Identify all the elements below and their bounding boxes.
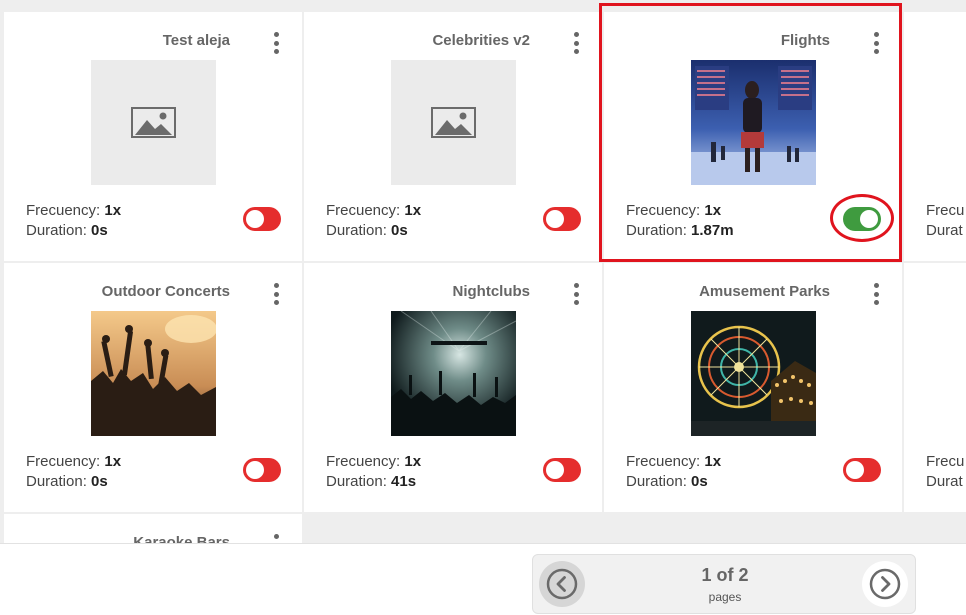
frequency-value: 1x [104,453,122,470]
frequency-label: Frecuency: [26,202,101,219]
nightclub-stage-photo [391,311,516,436]
card-stats: Frecuency: 1x Duration: 0s [326,201,421,241]
card-stats: Frecuency: 1x Duration: 41s [326,452,421,492]
footer: 1 of 2 pages [0,543,966,615]
more-options-icon[interactable] [872,283,880,305]
card-amusement-parks: Amusement Parks Frecuency: 1x Duration: … [604,263,902,512]
frequency-label: Frecu [926,453,965,470]
card-partial-right: Frecu Durat [904,12,966,261]
duration-label: Durat [926,222,963,239]
card-stats: Frecuency: 1x Duration: 1.87m [626,201,734,241]
card-title: Celebrities v2 [432,32,530,49]
campaign-grid: Test aleja Frecuency: 1x Duration: 0s Ce… [0,0,966,615]
more-options-icon[interactable] [572,283,580,305]
duration-label: Duration: [26,222,87,239]
more-options-icon[interactable] [272,534,280,543]
more-options-icon[interactable] [872,32,880,54]
next-page-button[interactable] [862,561,908,607]
frequency-value: 1x [404,453,422,470]
duration-value: 0s [691,473,708,490]
duration-value: 41s [391,473,417,490]
card-title: Test aleja [162,32,230,49]
enable-toggle[interactable] [243,458,281,482]
frequency-value: 1x [404,202,422,219]
duration-value: 0s [91,222,108,239]
placeholder-image-icon [391,60,516,185]
page-count: 1 of 2 [701,565,749,585]
frequency-label: Frecuency: [326,202,401,219]
more-options-icon[interactable] [272,283,280,305]
card-stats: Frecu Durat [926,452,964,492]
duration-label: Duration: [326,222,387,239]
card-flights: Flights Frecuency: 1x Duration: 1.87m [604,12,902,261]
chevron-right-icon [869,568,901,600]
chevron-left-icon [546,568,578,600]
pagination: 1 of 2 pages [532,554,916,614]
duration-label: Duration: [626,473,687,490]
card-test-aleja: Test aleja Frecuency: 1x Duration: 0s [4,12,302,261]
card-nightclubs: Nightclubs Frecuency: 1x Duration: 41s [304,263,602,512]
more-options-icon[interactable] [272,32,280,54]
frequency-label: Frecuency: [626,202,701,219]
card-stats: Frecuency: 1x Duration: 0s [626,452,721,492]
card-celebrities-v2: Celebrities v2 Frecuency: 1x Duration: 0… [304,12,602,261]
card-partial-right: Frecu Durat [904,263,966,512]
enable-toggle[interactable] [243,207,281,231]
duration-label: Duration: [626,222,687,239]
enable-toggle[interactable] [843,207,881,231]
concert-crowd-photo [91,311,216,436]
card-stats: Frecuency: 1x Duration: 0s [26,201,121,241]
card-karaoke-bars: Karaoke Bars [4,514,302,543]
frequency-label: Frecuency: [626,453,701,470]
card-title: Nightclubs [452,283,531,300]
page-count-label: pages [708,590,742,604]
duration-label: Duration: [326,473,387,490]
enable-toggle[interactable] [543,207,581,231]
frequency-value: 1x [704,202,722,219]
card-stats: Frecuency: 1x Duration: 0s [26,452,121,492]
previous-page-button[interactable] [539,561,585,607]
card-title: Karaoke Bars [133,534,230,543]
frequency-value: 1x [104,202,122,219]
duration-value: 1.87m [691,222,734,239]
placeholder-image-icon [91,60,216,185]
more-options-icon[interactable] [572,32,580,54]
card-title: Flights [780,32,830,49]
card-title: Amusement Parks [699,283,830,300]
enable-toggle[interactable] [543,458,581,482]
frequency-label: Frecuency: [26,453,101,470]
card-stats: Frecu Durat [926,201,964,241]
card-outdoor-concerts: Outdoor Concerts Frecuency: 1x Duration:… [4,263,302,512]
duration-label: Duration: [26,473,87,490]
airport-departures-photo [691,60,816,185]
enable-toggle[interactable] [843,458,881,482]
duration-value: 0s [391,222,408,239]
card-title: Outdoor Concerts [101,283,230,300]
frequency-label: Frecuency: [326,453,401,470]
frequency-value: 1x [704,453,722,470]
duration-value: 0s [91,473,108,490]
duration-label: Durat [926,473,963,490]
frequency-label: Frecu [926,202,965,219]
ferris-wheel-photo [691,311,816,436]
